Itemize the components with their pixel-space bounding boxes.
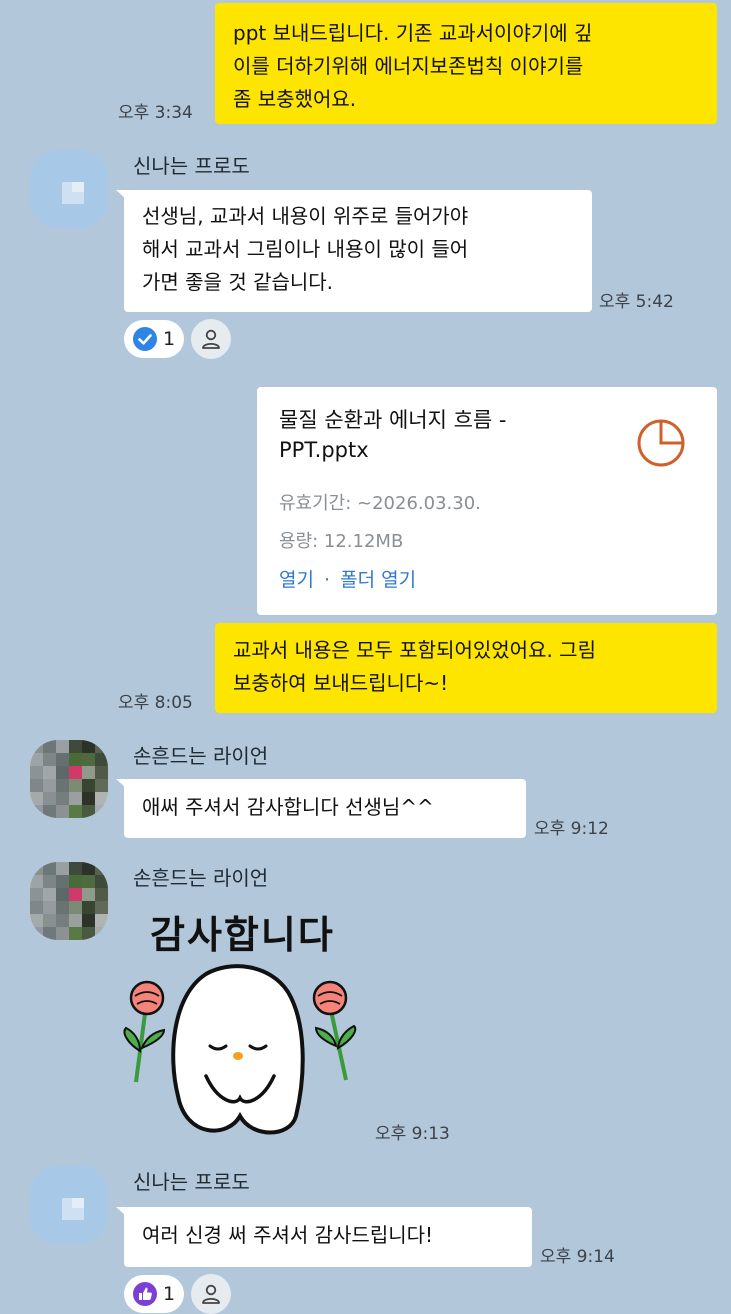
avatar[interactable] [30,1166,108,1244]
my-message-bubble[interactable]: 교과서 내용은 모두 포함되어있었어요. 그림 보충하여 보내드립니다~! [215,623,717,713]
reaction-thumbs-up[interactable]: 1 [124,1275,184,1313]
sticker[interactable]: 감사합니다 [120,900,360,1140]
file-attachment-card[interactable]: 물질 순환과 에너지 흐름 - PPT.pptx 유효기간: ~2026.03.… [257,387,717,615]
my-message-bubble[interactable]: ppt 보내드립니다. 기존 교과서이야기에 깊 이를 더하기위해 에너지보존법… [215,3,717,124]
their-message-bubble[interactable]: 여러 신경 써 주셔서 감사드립니다! [124,1207,532,1267]
message-time: 오후 8:05 [118,693,193,713]
reaction-count: 1 [163,1283,176,1305]
avatar[interactable] [30,862,108,940]
link-separator: · [324,569,331,591]
file-validity: 유효기간: ~2026.03.30. [279,493,481,514]
their-message-bubble[interactable]: 선생님, 교과서 내용이 위주로 들어가야 해서 교과서 그림이나 내용이 많이… [124,190,592,312]
check-circle-icon [133,327,157,351]
open-folder-link[interactable]: 폴더 열기 [340,569,416,591]
sender-name: 신나는 프로도 [133,1170,250,1194]
message-time: 오후 9:12 [534,819,609,839]
avatar[interactable] [30,150,108,228]
file-actions: 열기 · 폴더 열기 [279,565,416,592]
file-name[interactable]: 물질 순환과 에너지 흐름 - PPT.pptx [279,405,579,465]
add-reaction-button[interactable] [191,1274,231,1314]
person-icon [202,329,220,349]
bowing-character-sticker [123,964,357,1135]
sticker-text: 감사합니다 [150,913,335,957]
thumbs-up-icon [133,1282,157,1306]
reaction-count: 1 [163,328,176,350]
file-size: 용량: 12.12MB [279,531,404,552]
open-link[interactable]: 열기 [279,569,314,591]
pie-chart-file-icon [637,419,685,467]
person-icon [202,1284,220,1304]
message-time: 오후 3:34 [118,103,193,123]
reaction-check[interactable]: 1 [124,320,184,358]
sender-name: 신나는 프로도 [133,154,250,178]
message-time: 오후 9:14 [540,1247,615,1267]
avatar[interactable] [30,740,108,818]
sender-name: 손흔드는 라이언 [133,744,269,768]
message-time: 오후 5:42 [599,292,674,312]
sender-name: 손흔드는 라이언 [133,866,269,890]
message-time: 오후 9:13 [375,1124,450,1144]
add-reaction-button[interactable] [191,319,231,359]
their-message-bubble[interactable]: 애써 주셔서 감사합니다 선생님^^ [124,779,526,838]
